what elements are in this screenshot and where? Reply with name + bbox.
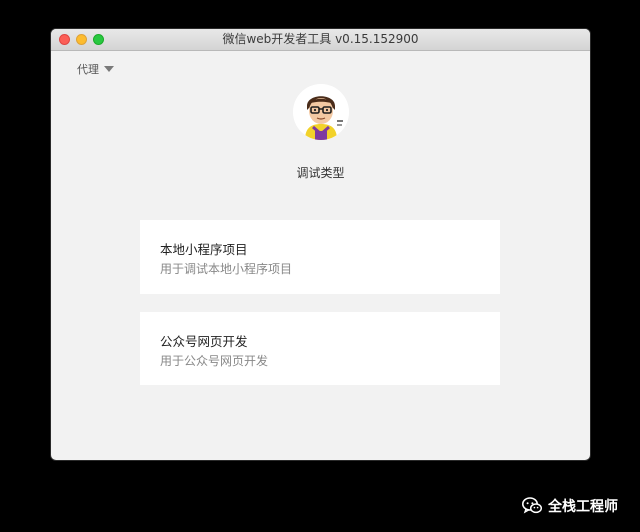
wechat-icon bbox=[522, 497, 542, 514]
option-description: 用于调试本地小程序项目 bbox=[160, 262, 293, 276]
proxy-label: 代理 bbox=[77, 63, 99, 76]
chevron-down-icon bbox=[104, 66, 114, 72]
title-bar: 微信web开发者工具 v0.15.152900 bbox=[51, 29, 590, 51]
user-avatar bbox=[293, 84, 349, 140]
window-title: 微信web开发者工具 v0.15.152900 bbox=[222, 32, 419, 46]
option-description: 用于公众号网页开发 bbox=[160, 354, 269, 368]
debug-type-heading: 调试类型 bbox=[296, 166, 345, 180]
avatar-illustration-icon bbox=[293, 84, 349, 140]
option-official-account-web[interactable]: 公众号网页开发 用于公众号网页开发 bbox=[140, 312, 500, 385]
app-window: 微信web开发者工具 v0.15.152900 代理 调试类型 本地小程序项目 … bbox=[51, 29, 590, 460]
option-local-miniprogram[interactable]: 本地小程序项目 用于调试本地小程序项目 bbox=[140, 220, 500, 294]
watermark-text: 全栈工程师 bbox=[548, 499, 618, 515]
option-title: 本地小程序项目 bbox=[160, 242, 248, 257]
proxy-dropdown[interactable]: 代理 bbox=[77, 61, 114, 77]
watermark: 全栈工程师 bbox=[522, 496, 618, 516]
option-title: 公众号网页开发 bbox=[160, 334, 248, 349]
